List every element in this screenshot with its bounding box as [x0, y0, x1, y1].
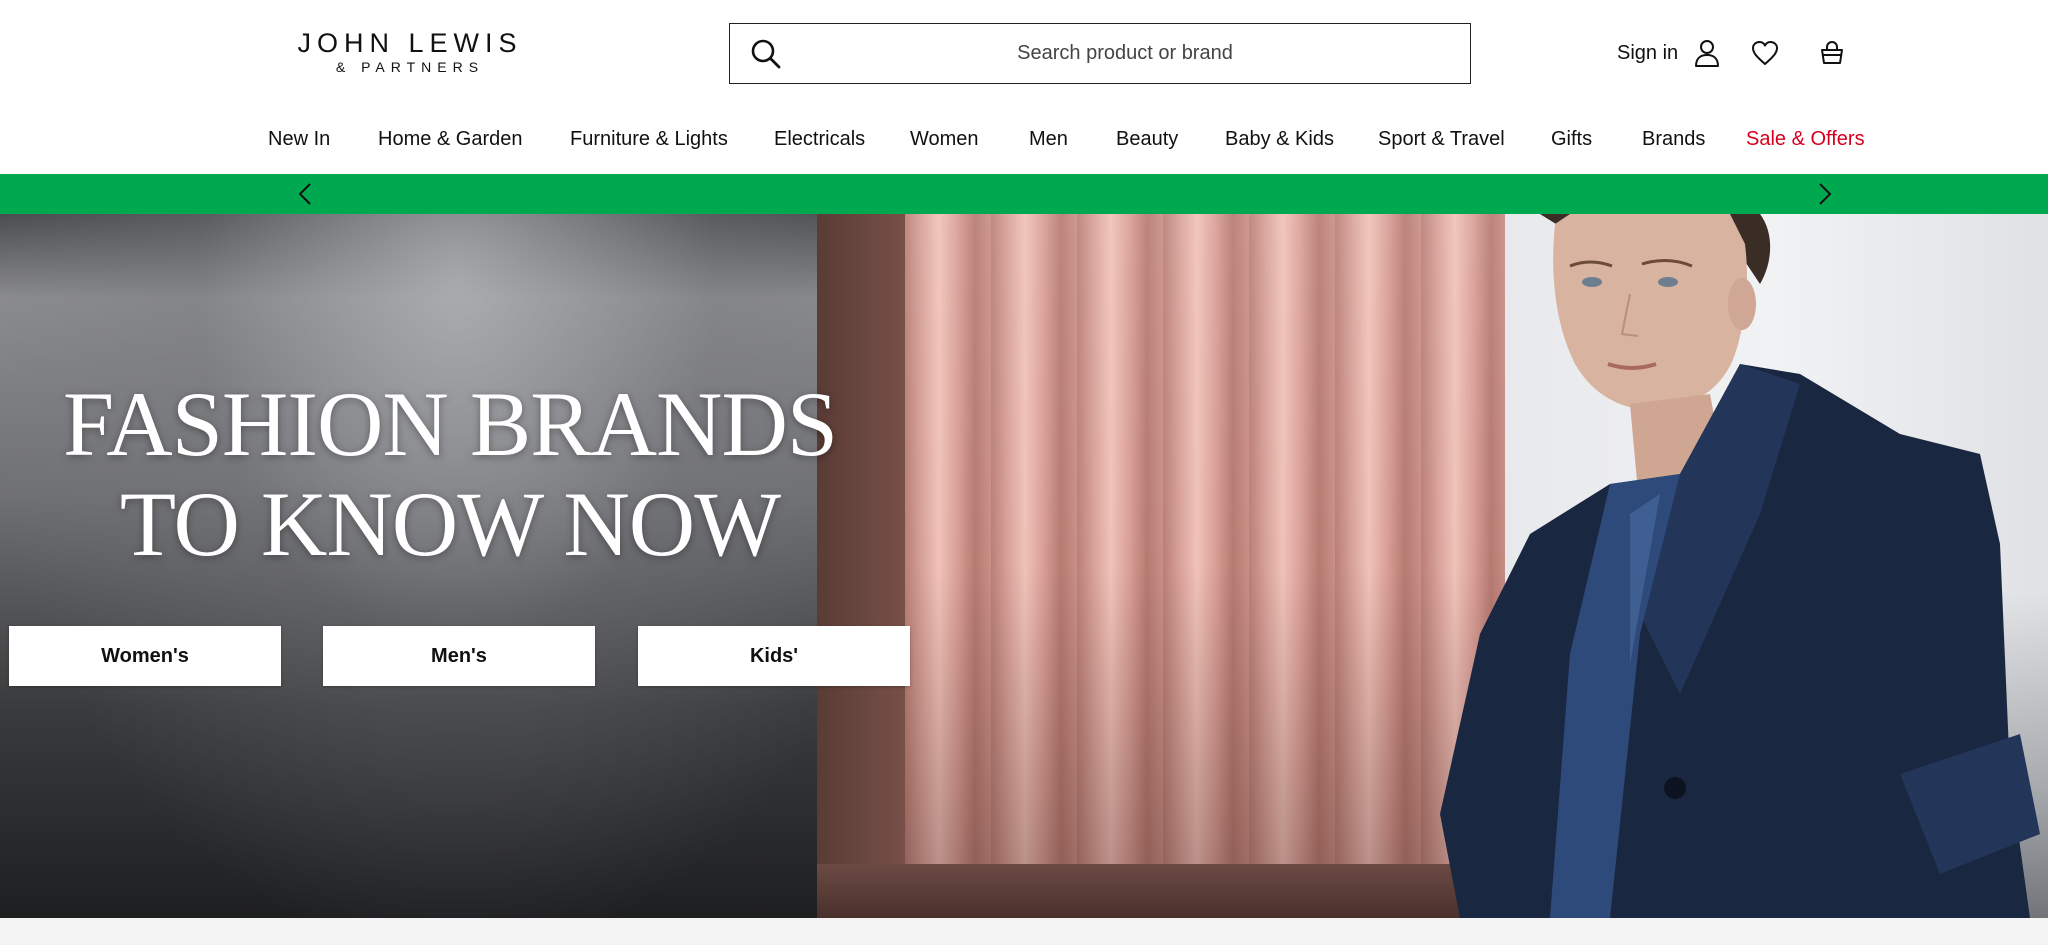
- mens-button[interactable]: Men's: [323, 626, 595, 686]
- logo-sub-text: & PARTNERS: [335, 59, 485, 75]
- nav-item-new-in[interactable]: New In: [268, 124, 330, 154]
- nav-item-men[interactable]: Men: [1029, 124, 1068, 154]
- nav-item-home-garden[interactable]: Home & Garden: [378, 124, 523, 154]
- nav-item-electricals[interactable]: Electricals: [774, 124, 865, 154]
- site-header: JOHN LEWIS & PARTNERS Sign in: [0, 0, 2048, 106]
- nav-item-furniture-lights[interactable]: Furniture & Lights: [570, 124, 728, 154]
- nav-item-sport-travel[interactable]: Sport & Travel: [1378, 124, 1505, 154]
- promo-strip: [0, 174, 2048, 214]
- search-input[interactable]: [790, 24, 1460, 82]
- john-lewis-logo[interactable]: JOHN LEWIS & PARTNERS: [290, 28, 530, 76]
- chevron-right-icon[interactable]: [1810, 180, 1838, 208]
- chevron-left-icon[interactable]: [292, 180, 320, 208]
- nav-item-baby-kids[interactable]: Baby & Kids: [1225, 124, 1334, 154]
- heart-icon: [1752, 41, 1778, 65]
- main-navigation: New In Home & Garden Furniture & Lights …: [0, 124, 2048, 166]
- nav-item-beauty[interactable]: Beauty: [1116, 124, 1178, 154]
- nav-item-brands[interactable]: Brands: [1642, 124, 1705, 154]
- wishlist-button[interactable]: [1748, 36, 1782, 70]
- search-icon[interactable]: [750, 38, 782, 70]
- sign-in-link[interactable]: Sign in: [1617, 36, 1724, 70]
- basket-button[interactable]: [1815, 36, 1849, 70]
- nav-item-women[interactable]: Women: [910, 124, 979, 154]
- search-box[interactable]: [729, 23, 1471, 84]
- model-image: [1440, 214, 2040, 918]
- hero-title-line-2: TO KNOW NOW: [119, 473, 781, 575]
- womens-button[interactable]: Women's: [9, 626, 281, 686]
- hero-banner[interactable]: FASHION BRANDS TO KNOW NOW Women's Men's…: [0, 214, 2048, 918]
- hero-title: FASHION BRANDS TO KNOW NOW: [30, 374, 870, 574]
- logo-main-text: JOHN LEWIS: [297, 28, 523, 58]
- kids-button[interactable]: Kids': [638, 626, 910, 686]
- sign-in-label: Sign in: [1617, 41, 1679, 64]
- hero-title-line-1: FASHION BRANDS: [62, 373, 838, 475]
- user-icon: [1690, 36, 1724, 70]
- basket-icon: [1821, 40, 1843, 64]
- nav-item-sale-offers[interactable]: Sale & Offers: [1746, 124, 1865, 154]
- page-below-fold: [0, 918, 2048, 945]
- nav-item-gifts[interactable]: Gifts: [1551, 124, 1592, 154]
